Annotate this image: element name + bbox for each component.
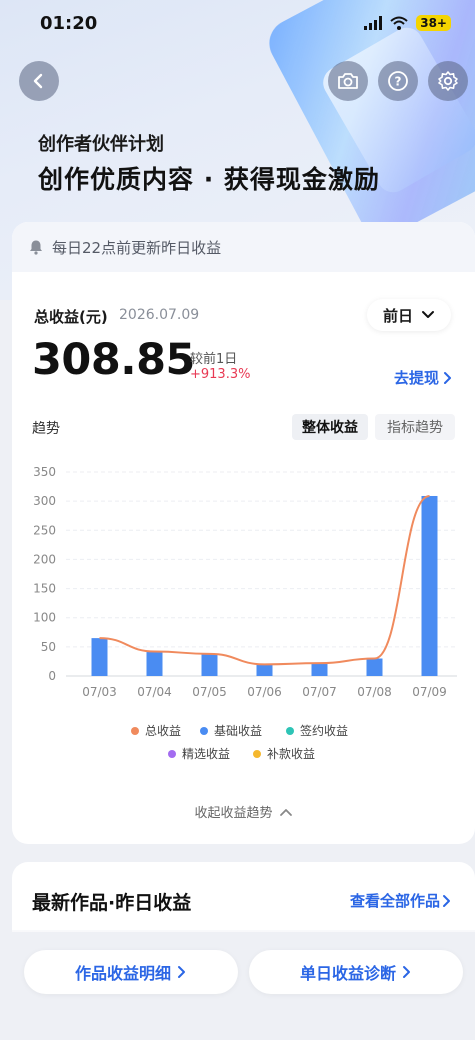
x-tick-label: 07/05 — [192, 685, 227, 699]
daily-earnings-diagnosis-button[interactable]: 单日收益诊断 — [249, 950, 463, 994]
bar-07/08[interactable] — [366, 658, 383, 676]
legend-marker — [168, 750, 176, 758]
hero-title: 创作优质内容 · 获得现金激励 — [38, 165, 380, 194]
y-tick-label: 150 — [33, 582, 56, 596]
view-all-works-link[interactable]: 查看全部作品 — [350, 890, 452, 911]
bar-07/05[interactable] — [201, 653, 218, 676]
total-earnings-amount: 308.85 — [32, 335, 195, 385]
legend-marker — [200, 727, 208, 735]
chevron-up-icon — [279, 808, 292, 816]
battery-indicator: 38+ — [416, 15, 451, 31]
earnings-trend-chart: 0 50 100 150 200 250 300 350 07/03 07/04 07/05 07/0… — [33, 465, 457, 761]
bar-07/07[interactable] — [311, 663, 328, 676]
total-earnings-line — [99, 494, 430, 666]
chevron-right-icon — [444, 371, 452, 384]
y-tick-label: 250 — [33, 523, 56, 537]
status-icons: 38+ — [364, 15, 451, 31]
x-tick-label: 07/07 — [302, 685, 337, 699]
wifi-icon — [390, 16, 408, 30]
x-tick-label: 07/09 — [412, 685, 447, 699]
bar-07/06[interactable] — [256, 664, 273, 676]
camera-icon — [338, 73, 358, 89]
y-tick-label: 0 — [48, 669, 56, 683]
bar-07/04[interactable] — [146, 651, 163, 676]
tab-overall-earnings[interactable]: 整体收益 — [292, 414, 368, 440]
collapse-trend-label: 收起收益趋势 — [194, 806, 273, 821]
status-time: 01:20 — [40, 12, 98, 34]
y-tick-label: 100 — [33, 611, 56, 625]
help-icon: ? — [388, 71, 408, 91]
bar-07/03[interactable] — [91, 638, 108, 676]
withdraw-link[interactable]: 去提现 — [394, 367, 453, 388]
compare-label: 较前1日 — [190, 352, 238, 367]
chevron-left-icon — [33, 73, 43, 89]
y-tick-label: 50 — [41, 640, 56, 654]
legend-label[interactable]: 基础收益 — [214, 724, 262, 738]
view-all-works-label: 查看全部作品 — [350, 892, 441, 910]
legend-marker — [253, 750, 261, 758]
status-bar: 01:20 38+ — [0, 0, 475, 46]
period-dropdown-label: 前日 — [382, 306, 413, 325]
x-tick-label: 07/06 — [247, 685, 282, 699]
works-earnings-detail-label: 作品收益明细 — [74, 964, 171, 983]
earnings-card: 每日22点前更新昨日收益 总收益(元) 2026.07.09 前日 308.85… — [12, 222, 475, 844]
y-tick-label: 200 — [33, 552, 56, 566]
withdraw-label: 去提现 — [394, 369, 440, 387]
help-button[interactable]: ? — [378, 61, 418, 101]
hero-subtitle: 创作者伙伴计划 — [38, 134, 164, 155]
back-button[interactable] — [19, 61, 59, 101]
legend-label[interactable]: 补款收益 — [267, 747, 315, 761]
bar-07/09[interactable] — [421, 495, 438, 676]
update-notice: 每日22点前更新昨日收益 — [12, 222, 475, 272]
camera-button[interactable] — [328, 61, 368, 101]
y-tick-label: 300 — [33, 494, 56, 508]
x-tick-label: 07/04 — [137, 685, 172, 699]
earnings-date: 2026.07.09 — [119, 307, 200, 323]
collapse-trend-button[interactable]: 收起收益趋势 — [12, 802, 475, 821]
total-earnings-label: 总收益(元) — [34, 308, 108, 326]
period-dropdown[interactable]: 前日 — [367, 299, 451, 331]
latest-works-title: 最新作品·昨日收益 — [32, 892, 192, 914]
legend-label[interactable]: 总收益 — [145, 724, 181, 738]
update-notice-text: 每日22点前更新昨日收益 — [52, 238, 222, 257]
daily-earnings-diagnosis-label: 单日收益诊断 — [299, 964, 396, 983]
x-tick-label: 07/03 — [82, 685, 117, 699]
chevron-down-icon — [422, 311, 434, 318]
signal-icon — [364, 16, 383, 30]
settings-button[interactable] — [428, 61, 468, 101]
chevron-right-icon — [443, 894, 451, 907]
x-tick-label: 07/08 — [357, 685, 392, 699]
legend-marker — [131, 727, 139, 735]
bell-icon — [30, 240, 42, 255]
svg-text:?: ? — [395, 75, 402, 89]
gear-icon — [438, 71, 458, 91]
works-earnings-detail-button[interactable]: 作品收益明细 — [24, 950, 238, 994]
legend-label[interactable]: 精选收益 — [182, 747, 230, 761]
trend-label: 趋势 — [32, 421, 60, 437]
latest-works-card: 最新作品·昨日收益 查看全部作品 — [12, 862, 475, 932]
chevron-right-icon — [403, 966, 410, 978]
y-tick-label: 350 — [33, 465, 56, 479]
legend-label[interactable]: 签约收益 — [300, 723, 348, 738]
legend-marker — [286, 727, 294, 735]
tab-metric-trend[interactable]: 指标趋势 — [375, 414, 455, 440]
chevron-right-icon — [178, 966, 185, 978]
compare-value: +913.3% — [190, 367, 251, 382]
